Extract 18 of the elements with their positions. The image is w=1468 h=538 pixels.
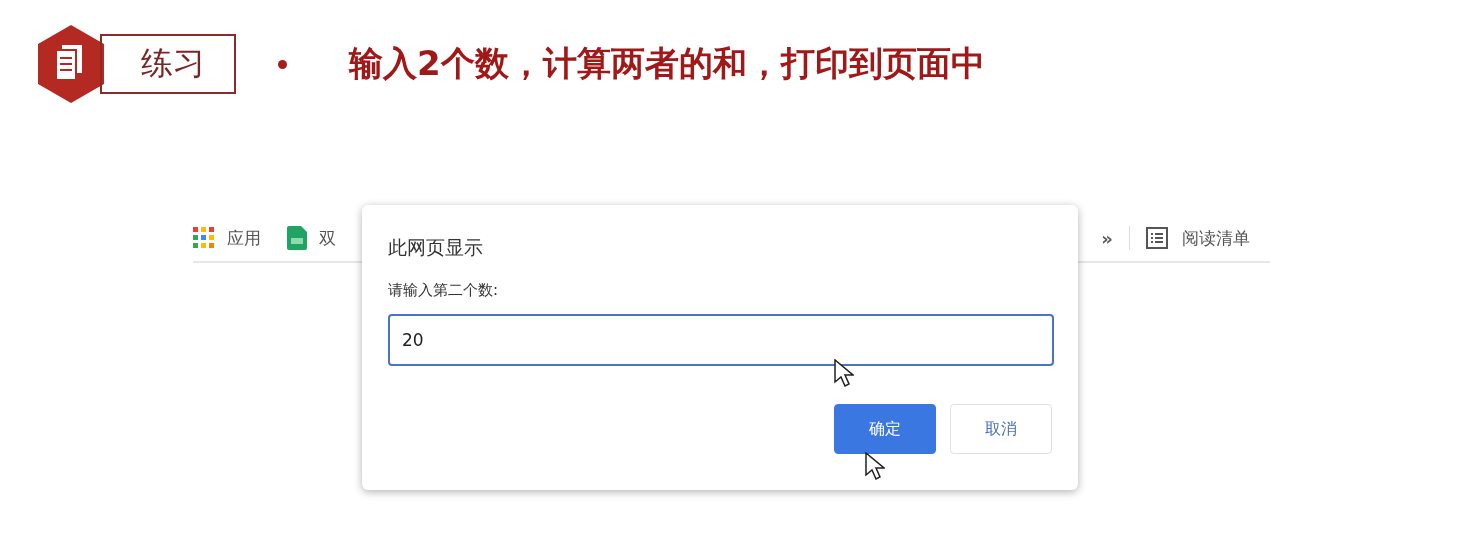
section-tag: 练习 <box>100 34 236 94</box>
list-icon[interactable] <box>1146 227 1168 249</box>
bookmark-label[interactable]: 应用 <box>227 226 261 250</box>
bullet-icon <box>278 59 287 69</box>
dialog-title: 此网页显示 <box>388 235 484 260</box>
apps-grid-icon[interactable] <box>193 227 215 249</box>
cancel-button[interactable]: 取消 <box>950 404 1052 454</box>
slide-title: 输入2个数，计算两者的和，打印到页面中 <box>349 42 985 85</box>
overflow-chevron[interactable]: » <box>1101 227 1113 249</box>
dialog-message: 请输入第二个数: <box>388 281 500 300</box>
mouse-pointer-icon <box>834 359 854 387</box>
mouse-pointer-icon <box>865 452 885 480</box>
input-field[interactable]: 20 <box>388 314 1054 366</box>
spreadsheet-icon[interactable] <box>287 226 307 250</box>
reading-list-label[interactable]: 阅读清单 <box>1182 226 1250 250</box>
bookmark-label[interactable]: 双 <box>319 226 336 250</box>
ok-button[interactable]: 确定 <box>834 404 936 454</box>
document-icon <box>38 25 104 103</box>
